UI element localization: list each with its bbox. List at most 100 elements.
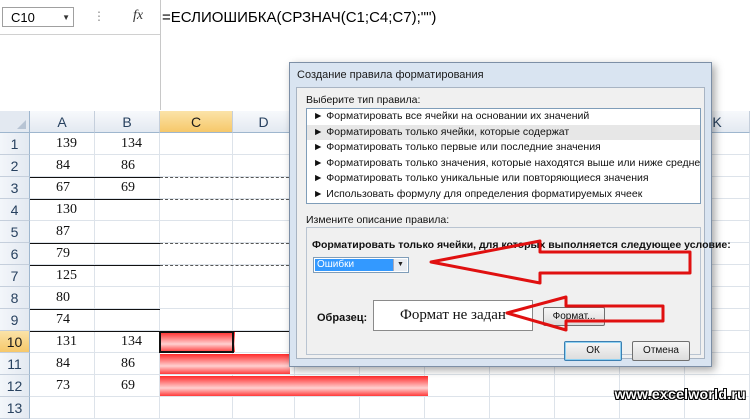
rule-type-item[interactable]: ► Форматировать только ячейки, которые с… — [307, 124, 700, 140]
row-header-13[interactable]: 13 — [0, 397, 30, 419]
cell-a1[interactable]: 139 — [30, 133, 95, 155]
rule-type-item[interactable]: ► Форматировать все ячейки на основании … — [307, 109, 700, 125]
cell-b12[interactable]: 69 — [95, 375, 160, 397]
cell-b7[interactable] — [95, 265, 160, 287]
cell-g12[interactable] — [425, 375, 490, 397]
name-box-value: C10 — [11, 10, 35, 25]
row-header-10[interactable]: 10 — [0, 331, 30, 353]
row-header-4[interactable]: 4 — [0, 199, 30, 221]
cell-b2[interactable]: 86 — [95, 155, 160, 177]
cell-c13[interactable] — [160, 397, 233, 419]
cell-a13[interactable] — [30, 397, 95, 419]
cell-a11[interactable]: 84 — [30, 353, 95, 375]
name-box[interactable]: C10 ▼ — [2, 7, 74, 27]
cell-d10[interactable] — [233, 331, 295, 353]
chevron-down-icon[interactable]: ▼ — [393, 259, 407, 271]
rule-type-item[interactable]: ► Форматировать только значения, которые… — [307, 156, 700, 172]
cell-d8[interactable] — [233, 287, 295, 309]
cell-a10[interactable]: 131 — [30, 331, 95, 353]
cell-c6[interactable] — [160, 243, 233, 265]
row-header-1[interactable]: 1 — [0, 133, 30, 155]
cell-d1[interactable] — [233, 133, 295, 155]
condition-select[interactable]: Ошибки ▼ — [313, 257, 409, 273]
cell-d5[interactable] — [233, 221, 295, 243]
cell-c1[interactable] — [160, 133, 233, 155]
cell-h12[interactable] — [490, 375, 555, 397]
cell-a2[interactable]: 84 — [30, 155, 95, 177]
cell-c3[interactable] — [160, 177, 233, 199]
cell-d7[interactable] — [233, 265, 295, 287]
format-preview: Формат не задан — [373, 300, 533, 331]
cell-c7[interactable] — [160, 265, 233, 287]
sample-label: Образец: — [317, 312, 368, 324]
cell-c8[interactable] — [160, 287, 233, 309]
cell-c4[interactable] — [160, 199, 233, 221]
rule-type-item[interactable]: ► Использовать формулу для определения ф… — [307, 187, 700, 203]
condition-select-value: Ошибки — [315, 259, 393, 271]
ok-button[interactable]: ОК — [564, 341, 622, 361]
cell-i13[interactable] — [555, 397, 620, 419]
cell-d9[interactable] — [233, 309, 295, 331]
cell-c9[interactable] — [160, 309, 233, 331]
cell-b4[interactable] — [95, 199, 160, 221]
column-header-b[interactable]: B — [95, 111, 160, 133]
cell-b6[interactable] — [95, 243, 160, 265]
rule-type-item[interactable]: ► Форматировать только первые или послед… — [307, 140, 700, 156]
cell-a7[interactable]: 125 — [30, 265, 95, 287]
cell-a12[interactable]: 73 — [30, 375, 95, 397]
cell-g13[interactable] — [425, 397, 490, 419]
row-header-6[interactable]: 6 — [0, 243, 30, 265]
insert-function-icon[interactable]: fx — [133, 8, 143, 24]
cell-c5[interactable] — [160, 221, 233, 243]
cell-i12[interactable] — [555, 375, 620, 397]
row-header-8[interactable]: 8 — [0, 287, 30, 309]
cell-d4[interactable] — [233, 199, 295, 221]
cell-b9[interactable] — [95, 309, 160, 331]
cell-a8[interactable]: 80 — [30, 287, 95, 309]
rule-type-list[interactable]: ► Форматировать все ячейки на основании … — [306, 108, 701, 204]
cell-a5[interactable]: 87 — [30, 221, 95, 243]
cell-h13[interactable] — [490, 397, 555, 419]
cell-border-line — [30, 265, 160, 266]
cell-b8[interactable] — [95, 287, 160, 309]
cell-f13[interactable] — [360, 397, 425, 419]
dialog-body: Выберите тип правила: ► Форматировать вс… — [296, 87, 731, 359]
cell-a9[interactable]: 74 — [30, 309, 95, 331]
column-header-c[interactable]: C — [160, 111, 233, 133]
cell-b1[interactable]: 134 — [95, 133, 160, 155]
watermark: www.excelworld.ru — [614, 386, 746, 402]
cell-a3[interactable]: 67 — [30, 177, 95, 199]
select-all-corner[interactable] — [0, 111, 30, 133]
cell-e13[interactable] — [295, 397, 360, 419]
cell-d13[interactable] — [233, 397, 295, 419]
row-header-11[interactable]: 11 — [0, 353, 30, 375]
cell-border-line — [30, 199, 160, 200]
rule-description-box: Форматировать только ячейки, для которых… — [306, 227, 731, 355]
column-header-d[interactable]: D — [233, 111, 295, 133]
cell-d3[interactable] — [233, 177, 295, 199]
chevron-down-icon[interactable]: ▼ — [62, 8, 70, 28]
cell-b10[interactable]: 134 — [95, 331, 160, 353]
cancel-button[interactable]: Отмена — [632, 341, 690, 361]
cell-d6[interactable] — [233, 243, 295, 265]
row-header-9[interactable]: 9 — [0, 309, 30, 331]
rule-type-item[interactable]: ► Форматировать только уникальные или по… — [307, 171, 700, 187]
cell-b3[interactable]: 69 — [95, 177, 160, 199]
row-header-7[interactable]: 7 — [0, 265, 30, 287]
cell-c2[interactable] — [160, 155, 233, 177]
row-header-2[interactable]: 2 — [0, 155, 30, 177]
cell-a6[interactable]: 79 — [30, 243, 95, 265]
row-header-3[interactable]: 3 — [0, 177, 30, 199]
cell-b5[interactable] — [95, 221, 160, 243]
row-header-12[interactable]: 12 — [0, 375, 30, 397]
column-header-a[interactable]: A — [30, 111, 95, 133]
cell-a4[interactable]: 130 — [30, 199, 95, 221]
cell-b13[interactable] — [95, 397, 160, 419]
cell-border-line — [30, 243, 160, 244]
cell-d2[interactable] — [233, 155, 295, 177]
format-button[interactable]: Формат... — [543, 307, 605, 326]
row-header-5[interactable]: 5 — [0, 221, 30, 243]
condition-heading: Форматировать только ячейки, для которых… — [312, 239, 731, 251]
cell-border-line — [30, 177, 160, 178]
cell-b11[interactable]: 86 — [95, 353, 160, 375]
